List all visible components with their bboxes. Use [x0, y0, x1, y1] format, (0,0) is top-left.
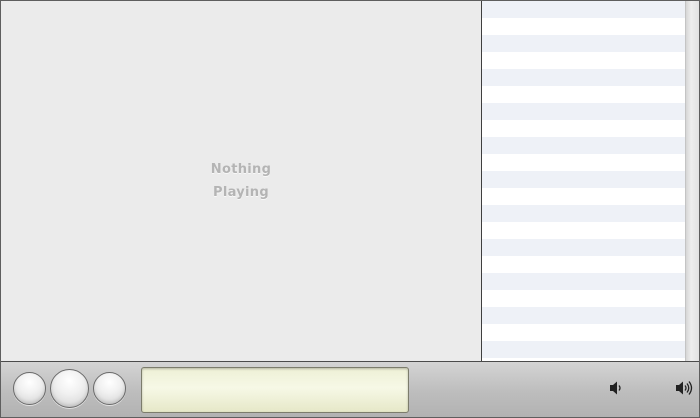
previous-button[interactable]: [13, 372, 46, 405]
volume-high-icon[interactable]: [674, 378, 694, 398]
playlist-scrollbar[interactable]: [685, 1, 699, 361]
next-button[interactable]: [93, 372, 126, 405]
video-display[interactable]: Nothing Playing: [1, 1, 481, 361]
now-playing-status: Nothing Playing: [211, 158, 271, 204]
status-line-1: Nothing: [210, 162, 272, 177]
volume-low-icon[interactable]: [607, 378, 625, 398]
status-line-2: Playing: [213, 185, 269, 200]
media-player-window: Nothing Playing: [0, 0, 700, 418]
track-info-display: [141, 367, 409, 413]
play-button[interactable]: [50, 369, 89, 408]
control-bar: [1, 361, 699, 417]
playlist[interactable]: [482, 1, 685, 361]
